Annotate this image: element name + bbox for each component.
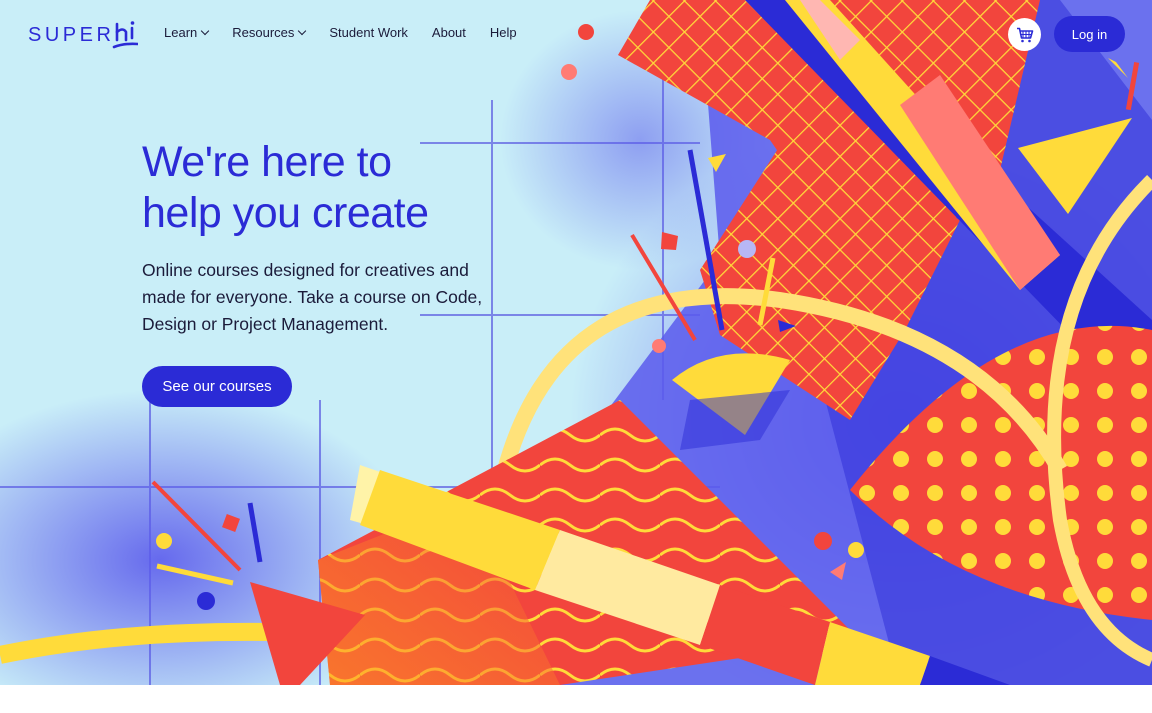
nav-help-label: Help	[489, 25, 517, 40]
shopping-cart-icon	[1016, 27, 1033, 42]
hero-illustration	[0, 0, 1152, 685]
svg-text:SUPER: SUPER	[28, 24, 114, 46]
nav-help[interactable]: Help	[490, 25, 517, 40]
nav-student-work-label: Student Work	[329, 25, 408, 40]
superhi-logo[interactable]: SUPER	[28, 18, 138, 50]
superhi-logo-mark: SUPER	[28, 21, 138, 49]
nav-about[interactable]: About	[432, 25, 466, 40]
nav-about-label: About	[431, 25, 466, 40]
main-nav-links: Learn Resources Student Work About Help	[164, 25, 541, 40]
top-navigation: SUPER Learn Resources Student Work About…	[0, 0, 1152, 68]
hero-section	[0, 0, 1152, 685]
hero-headline-line-2: help you create	[142, 189, 429, 237]
nav-learn-label: Learn	[164, 25, 198, 40]
chevron-down-icon	[298, 26, 307, 35]
page-below-fold	[0, 685, 1152, 713]
nav-resources[interactable]: Resources	[232, 25, 307, 40]
nav-student-work[interactable]: Student Work	[329, 25, 408, 40]
login-button[interactable]: Log in	[1054, 16, 1125, 52]
hero-headline: We're here to help you create	[142, 137, 522, 239]
nav-learn[interactable]: Learn	[164, 25, 210, 40]
nav-resources-label: Resources	[232, 25, 295, 40]
hero-headline-line-1: We're here to	[142, 138, 392, 186]
see-courses-button[interactable]: See our courses	[142, 366, 292, 407]
hero-description: Online courses designed for creatives an…	[142, 260, 483, 334]
cart-button[interactable]	[1008, 18, 1041, 51]
chevron-down-icon	[201, 26, 210, 35]
